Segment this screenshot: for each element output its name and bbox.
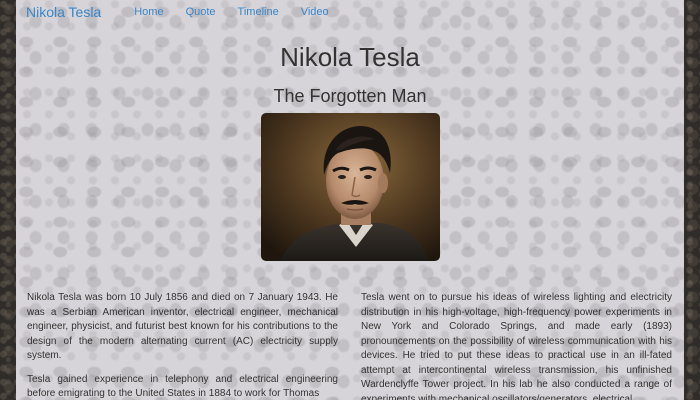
bio-paragraph: Tesla gained experience in telephony and… [27, 373, 338, 400]
portrait-image [261, 113, 440, 261]
bio-left-column: Nikola Tesla was born 10 July 1856 and d… [27, 291, 338, 400]
nav-link-quote[interactable]: Quote [175, 6, 227, 18]
bio-paragraph: Tesla went on to pursue his ideas of wir… [361, 292, 672, 400]
bio-paragraph: Nikola Tesla was born 10 July 1856 and d… [27, 292, 338, 361]
nav-link-video[interactable]: Video [290, 6, 340, 18]
brand-link[interactable]: Nikola Tesla [26, 4, 101, 20]
page-subtitle: The Forgotten Man [273, 86, 427, 106]
page-title: Nikola Tesla [280, 42, 420, 72]
nav-link-timeline[interactable]: Timeline [227, 6, 290, 18]
navbar: Nikola Tesla Home Quote Timeline Video [16, 0, 684, 24]
nav-link-home[interactable]: Home [123, 6, 174, 18]
page-container: Nikola Tesla Home Quote Timeline Video N… [16, 0, 684, 400]
bio-right-column: Tesla went on to pursue his ideas of wir… [361, 291, 672, 400]
nav-links: Home Quote Timeline Video [123, 6, 339, 18]
